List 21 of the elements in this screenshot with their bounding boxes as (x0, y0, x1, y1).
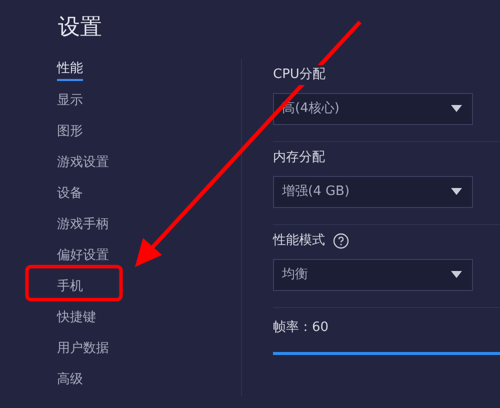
sidebar-item[interactable]: 手机 (57, 272, 241, 303)
caret-icon (451, 105, 462, 112)
sidebar-item[interactable]: 图形 (57, 116, 241, 148)
sidebar-item[interactable]: 偏好设置 (57, 240, 241, 272)
dropdown[interactable]: 增强(4 GB) (273, 176, 473, 208)
help-icon[interactable] (333, 232, 349, 249)
window-title: 设置 (57, 14, 103, 42)
dropdown[interactable]: 均衡 (273, 258, 473, 291)
caret-icon (451, 271, 462, 278)
sidebar-item[interactable]: 快捷键 (57, 302, 241, 334)
sidebar-item[interactable]: 高级 (57, 364, 241, 396)
sidebar-item[interactable]: 用户数据 (57, 334, 241, 365)
sidebar-item[interactable]: 游戏手柄 (57, 210, 241, 241)
frame-rate-label: 帧率：60 (273, 318, 330, 337)
setting-label: CPU分配 (273, 64, 326, 85)
sidebar-item[interactable]: 设备 (57, 178, 241, 210)
sidebar-item[interactable]: 性能 (57, 54, 241, 86)
caret-icon (451, 188, 462, 196)
sidebar-item[interactable]: 游戏设置 (57, 148, 241, 179)
frame-rate-slider[interactable] (273, 352, 500, 355)
sidebar-item[interactable]: 显示 (57, 86, 241, 117)
